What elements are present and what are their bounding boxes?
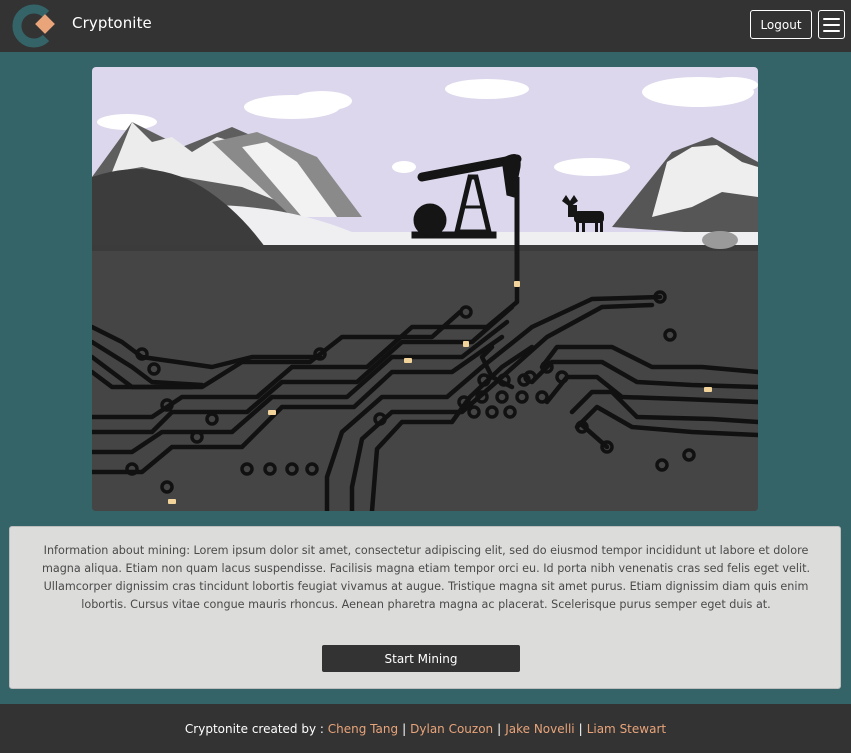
brand-title[interactable]: Cryptonite [72,14,152,32]
author-link-cheng-tang[interactable]: Cheng Tang [328,722,398,736]
mining-info-text: Information about mining: Lorem ipsum do… [41,544,811,611]
hamburger-menu-button[interactable] [818,10,845,39]
oil-pump-circuit-icon [92,67,758,511]
mining-info-card: Information about mining: Lorem ipsum do… [9,526,841,689]
footer-credit-prefix: Cryptonite created by : [184,721,324,736]
mining-illustration [92,67,758,511]
footer-separator: | [402,721,407,736]
author-link-liam-stewart[interactable]: Liam Stewart [587,722,666,736]
author-link-jake-novelli[interactable]: Jake Novelli [505,722,574,736]
footer-separator: | [578,721,583,736]
footer: Cryptonite created by : Cheng Tang | Dyl… [0,704,851,753]
hamburger-line [823,23,840,26]
hamburger-line [823,29,840,32]
hamburger-line [823,17,840,20]
cryptonite-logo-icon[interactable] [10,2,60,50]
start-mining-button[interactable]: Start Mining [322,645,520,672]
footer-separator: | [497,721,502,736]
navbar: Cryptonite Logout [0,0,851,52]
logout-button[interactable]: Logout [750,10,812,39]
author-link-dylan-couzon[interactable]: Dylan Couzon [410,722,493,736]
